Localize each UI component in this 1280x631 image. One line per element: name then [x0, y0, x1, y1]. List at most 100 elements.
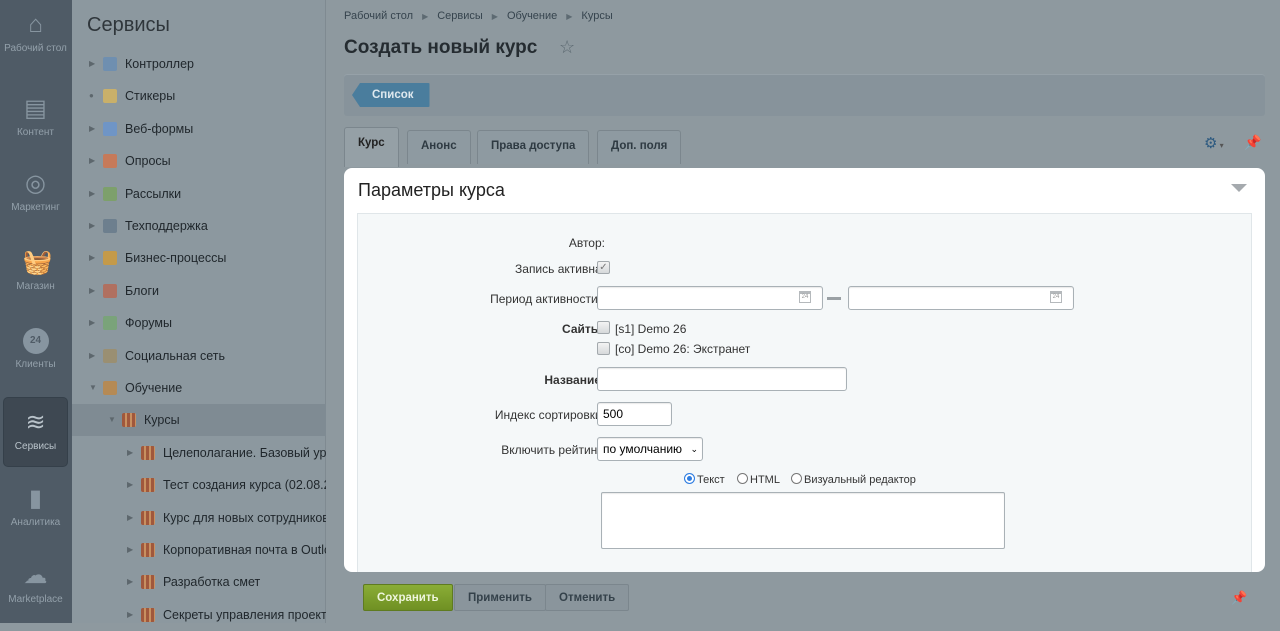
collapse-icon[interactable] [1231, 184, 1247, 192]
period-from-input[interactable] [597, 286, 823, 310]
bar-chart-icon: ▮ [28, 485, 43, 512]
expand-right-icon[interactable]: ▶ [127, 437, 133, 469]
author-label: Автор: [568, 236, 605, 250]
sidebar-item[interactable]: ▶ Целеполагание. Базовый уровень [72, 437, 326, 469]
sidebar-item-label: Форумы [125, 316, 172, 331]
rating-select[interactable]: по умолчанию ⌄ [597, 437, 703, 461]
rail-item-2[interactable]: ◎ Маркетинг [4, 171, 67, 214]
expand-right-icon[interactable]: ▶ [89, 48, 95, 80]
expand-right-icon[interactable]: ▶ [89, 113, 95, 145]
rail-item-label: Аналитика [10, 517, 61, 528]
expand-right-icon[interactable]: ▶ [89, 242, 95, 274]
sidebar-item-label: Стикеры [125, 89, 176, 104]
expand-right-icon[interactable]: ● [89, 80, 94, 112]
expand-right-icon[interactable]: ▶ [89, 210, 95, 242]
book-icon [141, 478, 155, 493]
calendar-icon[interactable]: 24 [799, 291, 811, 303]
sidebar-item[interactable]: ▶ Бизнес-процессы [72, 242, 326, 274]
module-icon [103, 219, 117, 233]
book-icon [141, 575, 155, 590]
range-dash [827, 297, 841, 300]
course-form: Автор: Запись активна: ✓ Период активнос… [357, 213, 1252, 572]
pin-icon[interactable]: 📌 [1231, 590, 1247, 606]
sidebar-item[interactable]: ▶ Социальная сеть [72, 340, 326, 372]
rail-item-3[interactable]: 🧺 Магазин [4, 250, 67, 293]
site-checkbox-s1[interactable] [597, 321, 610, 334]
expand-right-icon[interactable]: ▶ [89, 340, 95, 372]
expand-right-icon[interactable]: ▶ [127, 566, 133, 598]
expand-right-icon[interactable]: ▶ [127, 502, 133, 534]
sidebar-item[interactable]: ▼ Курсы [72, 404, 326, 437]
pin-icon[interactable]: 📌 [1244, 134, 1261, 151]
sidebar-item[interactable]: ▶ Техподдержка [72, 210, 326, 242]
layers-icon: ≋ [25, 409, 46, 436]
sidebar-item[interactable]: ▶ Курс для новых сотрудников [72, 502, 326, 534]
tab-announce[interactable]: Анонс [407, 130, 471, 164]
list-button[interactable]: Список [352, 83, 430, 107]
sidebar-item[interactable]: ▼ Обучение [72, 372, 326, 404]
breadcrumb-item[interactable]: Курсы [581, 10, 612, 22]
period-to-input[interactable] [848, 286, 1074, 310]
rail-item-5[interactable]: ≋ Сервисы [4, 398, 67, 466]
sidebar-item[interactable]: ▶ Разработка смет [72, 566, 326, 598]
sidebar-item[interactable]: ▶ Блоги [72, 275, 326, 307]
format-radio-html[interactable] [737, 473, 748, 484]
basket-icon: 🧺 [22, 249, 53, 276]
sidebar-item[interactable]: ▶ Секреты управления проектами [72, 599, 326, 631]
expand-right-icon[interactable]: ▶ [89, 275, 95, 307]
chevron-right-icon: ▶ [422, 12, 429, 21]
rail-item-6[interactable]: ▮ Аналитика [4, 486, 67, 529]
module-icon [103, 316, 117, 331]
expand-down-icon[interactable]: ▼ [89, 372, 97, 404]
expand-right-icon[interactable]: ▶ [89, 145, 95, 177]
rail-item-7[interactable]: ☁ Marketplace [4, 563, 67, 606]
expand-down-icon[interactable]: ▼ [108, 404, 116, 436]
chevron-down-icon: ⌄ [690, 444, 698, 454]
rail-item-4[interactable]: 24 Клиенты [4, 328, 67, 371]
expand-right-icon[interactable]: ▶ [127, 599, 133, 631]
site-checkbox-co[interactable] [597, 342, 610, 355]
expand-right-icon[interactable]: ▶ [127, 534, 133, 566]
format-radio-visual[interactable] [791, 473, 802, 484]
expand-right-icon[interactable]: ▶ [89, 178, 95, 210]
sidebar-item[interactable]: ▶ Контроллер [72, 48, 326, 80]
sidebar-item[interactable]: ▶ Веб-формы [72, 113, 326, 145]
left-rail: ⌂ Рабочий стол ▤ Контент ◎ Маркетинг 🧺 Магазин 2… [0, 0, 72, 623]
sidebar-item-label: Секреты управления проектами [163, 607, 326, 622]
sidebar-item-label: Техподдержка [125, 219, 208, 233]
rail-item-label: Маркетинг [11, 202, 60, 213]
tab-access[interactable]: Права доступа [477, 130, 590, 164]
breadcrumb-item[interactable]: Рабочий стол [344, 10, 413, 22]
breadcrumb-item[interactable]: Сервисы [437, 10, 483, 22]
rail-item-0[interactable]: ⌂ Рабочий стол [4, 12, 67, 55]
sidebar-item[interactable]: ▶ Форумы [72, 307, 326, 339]
gear-icon[interactable]: ⚙ ▾ [1204, 134, 1224, 152]
name-input[interactable] [597, 367, 847, 391]
cancel-button[interactable]: Отменить [545, 584, 630, 611]
sidebar-item[interactable]: ▶ Тест создания курса (02.08.2019) [72, 469, 326, 501]
sidebar-item[interactable]: ● Стикеры [72, 80, 326, 112]
calendar-icon[interactable]: 24 [1050, 291, 1062, 303]
sidebar-item[interactable]: ▶ Опросы [72, 145, 326, 177]
sidebar-item[interactable]: ▶ Рассылки [72, 178, 326, 210]
apply-button[interactable]: Применить [454, 584, 546, 611]
tab-course[interactable]: Курс [344, 127, 399, 167]
rating-value: по умолчанию [603, 442, 683, 456]
star-icon[interactable]: ☆ [559, 37, 575, 58]
description-textarea[interactable] [601, 492, 1005, 549]
active-checkbox[interactable]: ✓ [597, 261, 610, 274]
sidebar-item-label: Обучение [125, 381, 183, 395]
format-radio-text[interactable] [684, 473, 695, 484]
save-button[interactable]: Сохранить [363, 584, 453, 611]
book-icon [141, 445, 155, 460]
rail-item-1[interactable]: ▤ Контент [4, 96, 67, 139]
sort-input[interactable]: 500 [597, 402, 672, 426]
expand-right-icon[interactable]: ▶ [89, 307, 95, 339]
tab-extra-fields[interactable]: Доп. поля [597, 130, 682, 164]
expand-right-icon[interactable]: ▶ [127, 469, 133, 501]
sidebar-item[interactable]: ▶ Корпоративная почта в Outlook [72, 534, 326, 566]
services-sidebar: Сервисы ▶ Контроллер ● Стикеры ▶ Веб-формы ▶ Оп… [72, 0, 326, 623]
sidebar-item-label: Целеполагание. Базовый уровень [163, 445, 326, 460]
breadcrumb-item[interactable]: Обучение [507, 10, 557, 22]
module-icon [103, 251, 117, 266]
